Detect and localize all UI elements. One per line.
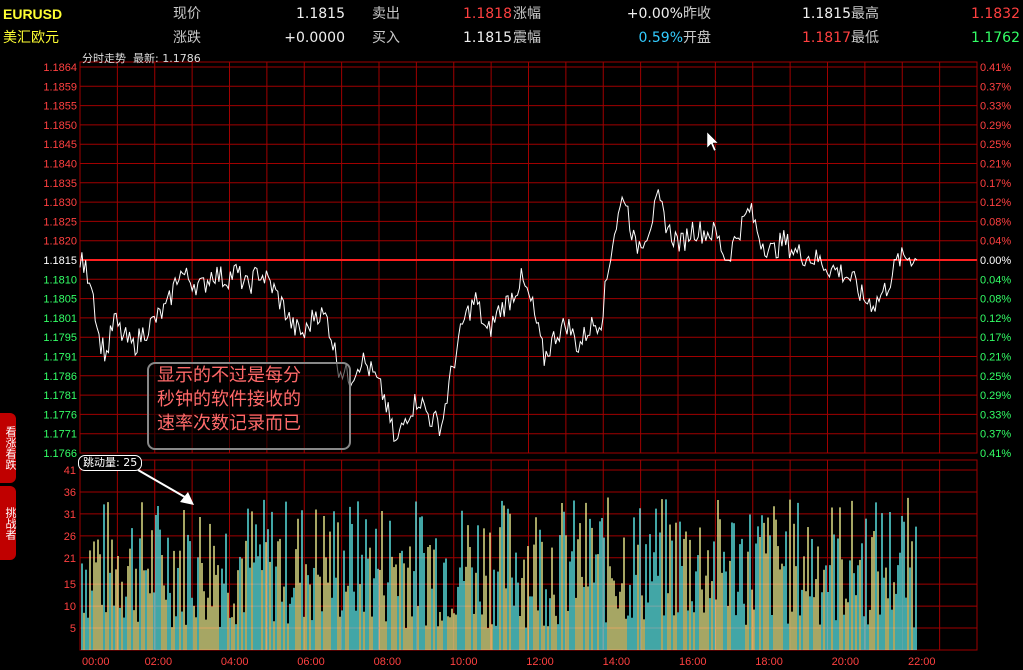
volume-tick-label: 10: [64, 601, 76, 613]
price-tick-label: 1.1776: [43, 409, 77, 421]
pct-tick-label: 0.12%: [980, 197, 1011, 209]
price-tick-label: 1.1801: [43, 313, 77, 325]
volume-tick-label: 26: [64, 531, 76, 543]
pct-tick-label: 0.41%: [980, 62, 1011, 74]
pct-tick-label: 0.08%: [980, 294, 1011, 306]
volume-tick-label: 41: [64, 465, 76, 477]
price-tick-label: 1.1771: [43, 429, 77, 441]
pct-tick-label: 0.12%: [980, 313, 1011, 325]
volume-tick-label: 36: [64, 487, 76, 499]
mouse-cursor-icon: [706, 131, 719, 152]
pct-tick-label: 0.21%: [980, 159, 1011, 171]
chart-subtitle: 分时走势 最新: 1.1786: [82, 50, 201, 66]
pct-tick-label: 0.33%: [980, 409, 1011, 421]
pct-tick-label: 0.37%: [980, 81, 1011, 93]
price-tick-label: 1.1855: [43, 101, 77, 113]
volume-tick-label: 21: [64, 553, 76, 565]
time-tick-label: 16:00: [679, 656, 707, 668]
volume-tick-label: 5: [70, 623, 76, 635]
time-tick-label: 22:00: [908, 656, 936, 668]
pct-tick-label: 0.04%: [980, 274, 1011, 286]
latest-price-label: 最新: 1.1786: [133, 52, 201, 65]
price-tick-label: 1.1791: [43, 352, 77, 364]
time-tick-label: 10:00: [450, 656, 478, 668]
annotation-line-1: 显示的不过是每分: [157, 365, 301, 386]
annotation-line-3: 速率次数记录而已: [157, 413, 301, 434]
price-tick-label: 1.1840: [43, 159, 77, 171]
price-tick-label: 1.1786: [43, 371, 77, 383]
volume-tick-label: 31: [64, 509, 76, 521]
price-tick-label: 1.1810: [43, 274, 77, 286]
tab-challenger[interactable]: 挑战者: [0, 486, 17, 560]
time-tick-label: 02:00: [145, 656, 173, 668]
pct-tick-label: 0.17%: [980, 178, 1011, 190]
annotation-callout: 显示的不过是每分 秒钟的软件接收的 速率次数记录而已: [147, 362, 351, 450]
pct-tick-label: 0.17%: [980, 332, 1011, 344]
time-tick-label: 18:00: [755, 656, 783, 668]
annotation-line-2: 秒钟的软件接收的: [157, 389, 301, 410]
annotation-arrow: [137, 469, 191, 501]
pct-tick-label: 0.21%: [980, 352, 1011, 364]
price-tick-label: 1.1815: [43, 255, 77, 267]
pct-tick-label: 0.00%: [980, 255, 1011, 267]
price-tick-label: 1.1825: [43, 216, 77, 228]
time-tick-label: 06:00: [297, 656, 325, 668]
pct-tick-label: 0.33%: [980, 101, 1011, 113]
chart-title: 分时走势: [82, 52, 126, 65]
pct-tick-label: 0.29%: [980, 390, 1011, 402]
tab-bull-bear[interactable]: 看涨看跌: [0, 413, 17, 483]
pct-tick-label: 0.25%: [980, 371, 1011, 383]
time-tick-label: 20:00: [832, 656, 860, 668]
time-tick-label: 12:00: [526, 656, 554, 668]
pct-tick-label: 0.25%: [980, 139, 1011, 151]
price-tick-label: 1.1864: [43, 62, 77, 74]
pct-tick-label: 0.37%: [980, 429, 1011, 441]
pct-tick-label: 0.41%: [980, 448, 1011, 460]
pct-tick-label: 0.04%: [980, 236, 1011, 248]
time-tick-label: 00:00: [82, 656, 110, 668]
price-tick-label: 1.1850: [43, 120, 77, 132]
pct-tick-label: 0.08%: [980, 216, 1011, 228]
price-tick-label: 1.1835: [43, 178, 77, 190]
price-tick-label: 1.1859: [43, 81, 77, 93]
price-tick-label: 1.1845: [43, 139, 77, 151]
price-tick-label: 1.1795: [43, 332, 77, 344]
time-tick-label: 14:00: [603, 656, 631, 668]
price-tick-label: 1.1766: [43, 448, 77, 460]
price-tick-label: 1.1781: [43, 390, 77, 402]
volume-tick-label: 15: [64, 579, 76, 591]
price-tick-label: 1.1830: [43, 197, 77, 209]
pct-tick-label: 0.29%: [980, 120, 1011, 132]
volume-badge: 跳动量: 25: [78, 455, 143, 471]
time-tick-label: 04:00: [221, 656, 249, 668]
time-tick-label: 08:00: [374, 656, 402, 668]
intraday-chart[interactable]: 1.1864 0.41% 1.1859 0.37% 1.1855 0.33% 1.1850 0…: [0, 0, 1023, 670]
price-tick-label: 1.1805: [43, 294, 77, 306]
price-tick-label: 1.1820: [43, 236, 77, 248]
